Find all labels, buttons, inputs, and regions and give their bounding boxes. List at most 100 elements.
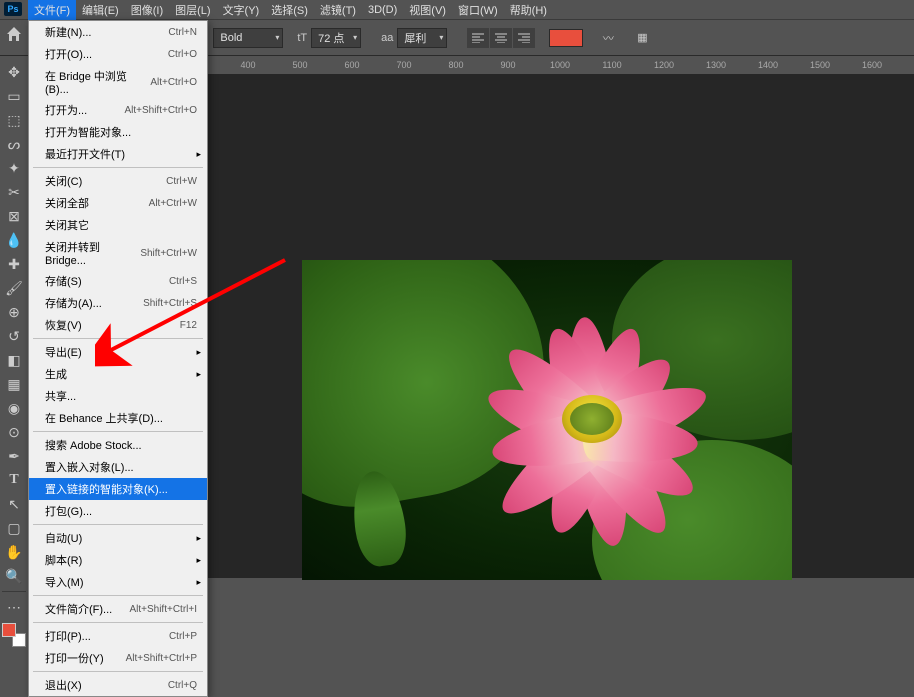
frame-tool[interactable]: ⊠ [2,205,26,227]
document-canvas[interactable] [302,260,792,580]
stamp-tool[interactable]: ⊕ [2,301,26,323]
menu-separator [33,338,203,339]
menu-item[interactable]: 关闭并转到 Bridge...Shift+Ctrl+W [29,236,207,270]
menu-edit[interactable]: 编辑(E) [76,0,125,20]
menu-item[interactable]: 脚本(R) [29,549,207,571]
menu-item-label: 在 Bridge 中浏览(B)... [45,68,150,96]
menu-item-label: 置入链接的智能对象(K)... [45,481,168,497]
menu-item[interactable]: 在 Bridge 中浏览(B)...Alt+Ctrl+O [29,65,207,99]
menu-separator [33,524,203,525]
menu-item[interactable]: 存储(S)Ctrl+S [29,270,207,292]
menu-window[interactable]: 窗口(W) [452,0,504,20]
menu-item[interactable]: 置入嵌入对象(L)... [29,456,207,478]
ruler-mark: 1400 [758,60,778,70]
menu-item-label: 共享... [45,388,76,404]
ruler-mark: 1000 [550,60,570,70]
menu-select[interactable]: 选择(S) [265,0,314,20]
font-size-select[interactable]: 72 点 [311,28,361,48]
menu-item-label: 脚本(R) [45,552,82,568]
menu-item[interactable]: 打开为...Alt+Shift+Ctrl+O [29,99,207,121]
menu-separator [33,622,203,623]
menu-item-label: 生成 [45,366,67,382]
artboard-tool[interactable]: ▭ [2,85,26,107]
type-tool[interactable]: T [2,469,26,491]
menu-item[interactable]: 打印(P)...Ctrl+P [29,625,207,647]
align-right-button[interactable] [513,28,535,48]
font-style-select[interactable]: Bold [213,28,283,48]
menu-item[interactable]: 关闭(C)Ctrl+W [29,170,207,192]
menu-item[interactable]: 生成 [29,363,207,385]
menu-item-label: 最近打开文件(T) [45,146,125,162]
color-swatches[interactable] [2,623,26,647]
menu-item[interactable]: 打开为智能对象... [29,121,207,143]
menu-item[interactable]: 新建(N)...Ctrl+N [29,21,207,43]
menu-item-label: 打印(P)... [45,628,91,644]
menu-item[interactable]: 退出(X)Ctrl+Q [29,674,207,696]
menu-item-label: 打开为智能对象... [45,124,131,140]
file-menu-dropdown: 新建(N)...Ctrl+N打开(O)...Ctrl+O在 Bridge 中浏览… [28,20,208,697]
wand-tool[interactable]: ✦ [2,157,26,179]
menu-item-label: 恢复(V) [45,317,82,333]
ruler-mark: 400 [240,60,255,70]
menu-help[interactable]: 帮助(H) [504,0,553,20]
menu-item[interactable]: 导出(E) [29,341,207,363]
toolbox: ✥ ▭ ⬚ ᔕ ✦ ✂ ⊠ 💧 ✚ 🖌 ⊕ ↺ ◧ ▦ ◉ ⊙ ✒ T ↖ ▢ … [0,56,28,651]
menu-item[interactable]: 存储为(A)...Shift+Ctrl+S [29,292,207,314]
eyedropper-tool[interactable]: 💧 [2,229,26,251]
lasso-tool[interactable]: ᔕ [2,133,26,155]
menu-item[interactable]: 搜索 Adobe Stock... [29,434,207,456]
menu-item[interactable]: 打印一份(Y)Alt+Shift+Ctrl+P [29,647,207,669]
edit-toolbar-button[interactable]: ⋯ [2,596,26,618]
antialias-select[interactable]: 犀利 [397,28,447,48]
menu-type[interactable]: 文字(Y) [217,0,266,20]
panels-icon[interactable]: ▦ [633,31,651,45]
brush-tool[interactable]: 🖌 [2,277,26,299]
ruler-mark: 800 [448,60,463,70]
font-size-label: tT [297,32,307,44]
menu-item-shortcut: Alt+Shift+Ctrl+O [124,105,197,116]
menu-view[interactable]: 视图(V) [403,0,452,20]
pen-tool[interactable]: ✒ [2,445,26,467]
menu-item[interactable]: 在 Behance 上共享(D)... [29,407,207,429]
move-tool[interactable]: ✥ [2,61,26,83]
path-tool[interactable]: ↖ [2,493,26,515]
menu-separator [33,431,203,432]
heal-tool[interactable]: ✚ [2,253,26,275]
menu-item[interactable]: 关闭其它 [29,214,207,236]
menu-filter[interactable]: 滤镜(T) [314,0,362,20]
menu-item[interactable]: 文件简介(F)...Alt+Shift+Ctrl+I [29,598,207,620]
menu-layer[interactable]: 图层(L) [169,0,216,20]
hand-tool[interactable]: ✋ [2,541,26,563]
blur-tool[interactable]: ◉ [2,397,26,419]
menu-item[interactable]: 打包(G)... [29,500,207,522]
menu-item[interactable]: 恢复(V)F12 [29,314,207,336]
text-color-swatch[interactable] [549,29,583,47]
align-center-button[interactable] [490,28,512,48]
history-brush-tool[interactable]: ↺ [2,325,26,347]
menu-item[interactable]: 置入链接的智能对象(K)... [29,478,207,500]
menu-item[interactable]: 自动(U) [29,527,207,549]
zoom-tool[interactable]: 🔍 [2,565,26,587]
menu-item-label: 导出(E) [45,344,82,360]
menu-item-shortcut: Alt+Shift+Ctrl+I [129,604,197,615]
shape-tool[interactable]: ▢ [2,517,26,539]
menu-item[interactable]: 导入(M) [29,571,207,593]
align-left-button[interactable] [467,28,489,48]
menu-3d[interactable]: 3D(D) [362,2,403,18]
menu-item[interactable]: 打开(O)...Ctrl+O [29,43,207,65]
home-icon[interactable] [4,24,24,44]
foreground-swatch[interactable] [2,623,16,637]
menu-item[interactable]: 最近打开文件(T) [29,143,207,165]
gradient-tool[interactable]: ▦ [2,373,26,395]
menu-item[interactable]: 关闭全部Alt+Ctrl+W [29,192,207,214]
crop-tool[interactable]: ✂ [2,181,26,203]
menu-file[interactable]: 文件(F) [28,0,76,20]
menu-item[interactable]: 共享... [29,385,207,407]
menu-image[interactable]: 图像(I) [125,0,169,20]
menu-item-shortcut: Alt+Ctrl+W [149,198,197,209]
ruler-mark: 1100 [602,60,621,70]
warp-text-icon[interactable]: 〰 [599,31,617,45]
dodge-tool[interactable]: ⊙ [2,421,26,443]
marquee-tool[interactable]: ⬚ [2,109,26,131]
eraser-tool[interactable]: ◧ [2,349,26,371]
